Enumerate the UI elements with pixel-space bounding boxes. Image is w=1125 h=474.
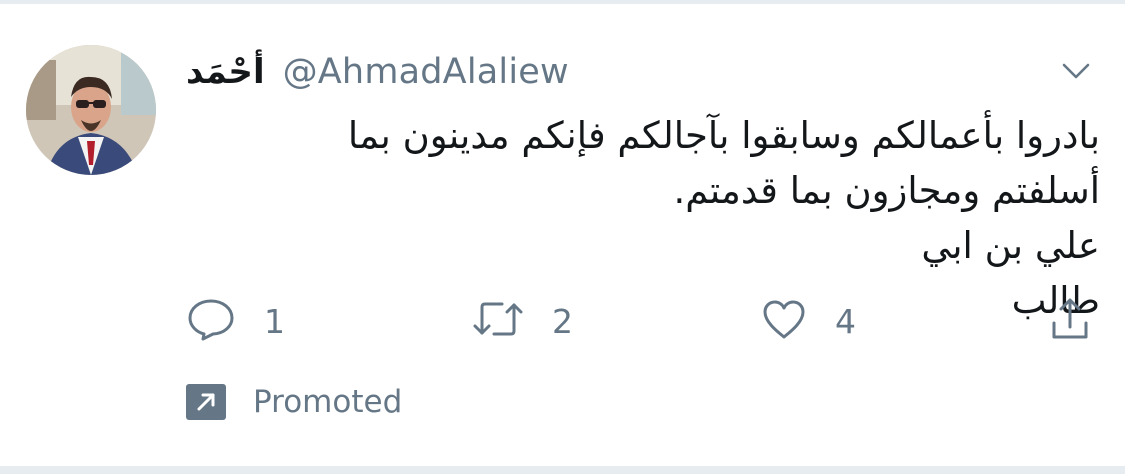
like-count: 4 — [835, 301, 856, 341]
user-handle[interactable]: @AhmadAlaliew — [283, 52, 569, 92]
reply-button[interactable]: 1 — [186, 296, 285, 346]
tweet-text-line: بادروا بأعمالكم وسابقوا بآجالكم فإنكم مد… — [347, 114, 1100, 157]
top-divider — [0, 0, 1125, 4]
bottom-divider — [0, 466, 1125, 474]
retweet-count: 2 — [552, 301, 573, 341]
like-button[interactable]: 4 — [761, 296, 856, 346]
reply-count: 1 — [264, 301, 285, 341]
tweet-header: أحْمَد @AhmadAlaliew — [186, 50, 569, 94]
tweet-text-line: أسلفتم ومجازون بما قدمتم. — [673, 169, 1100, 212]
share-icon — [1050, 297, 1090, 345]
retweet-icon — [472, 299, 524, 343]
promoted-label: Promoted — [253, 384, 403, 420]
share-button[interactable] — [1050, 296, 1090, 346]
reply-bubble-icon — [186, 297, 236, 345]
promoted-indicator[interactable]: Promoted — [186, 382, 402, 422]
avatar[interactable] — [26, 45, 156, 175]
heart-icon — [761, 298, 807, 344]
display-name[interactable]: أحْمَد — [186, 52, 265, 92]
chevron-down-icon[interactable] — [1058, 56, 1094, 86]
tweet-actions: 1 2 4 — [186, 296, 1100, 346]
retweet-button[interactable]: 2 — [472, 296, 573, 346]
tweet-text: بادروا بأعمالكم وسابقوا بآجالكم فإنكم مد… — [186, 108, 1100, 328]
promoted-arrow-icon — [186, 384, 226, 420]
